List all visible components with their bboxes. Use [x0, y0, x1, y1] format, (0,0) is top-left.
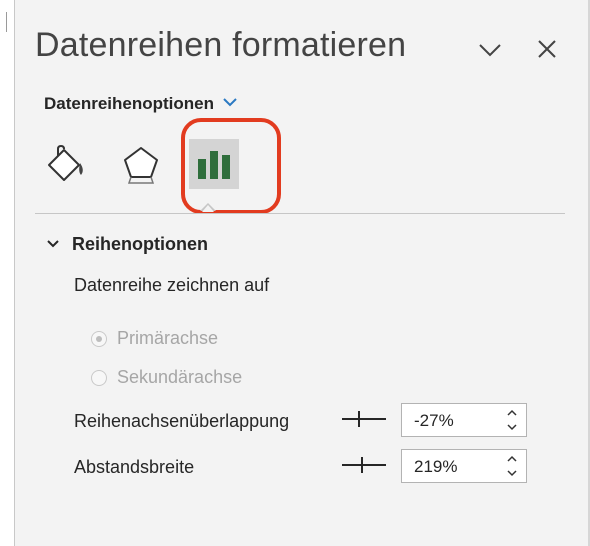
paint-bucket-icon — [42, 139, 92, 189]
radio-button[interactable] — [91, 369, 107, 386]
series-overlap-value[interactable]: -27% — [414, 411, 454, 431]
series-options-label: Datenreihenoptionen — [44, 94, 215, 113]
chevron-down-icon — [222, 95, 238, 113]
spin-down-icon[interactable] — [506, 467, 518, 479]
gap-width-slider[interactable] — [342, 455, 386, 475]
close-icon[interactable] — [534, 36, 560, 62]
tab-pointer-fill — [202, 205, 214, 212]
radio-primary-axis[interactable]: Primärachse — [91, 328, 218, 349]
gap-width-spinner[interactable]: 219% — [401, 449, 527, 483]
spin-up-icon[interactable] — [506, 453, 518, 465]
series-overlap-label: Reihenachsenüberlappung — [74, 411, 290, 431]
series-overlap-slider[interactable] — [342, 409, 386, 429]
radio-secondary-axis[interactable]: Sekundärachse — [91, 367, 242, 388]
highlight-annotation — [181, 118, 281, 214]
radio-label: Sekundärachse — [117, 367, 243, 387]
spin-down-icon[interactable] — [506, 421, 518, 433]
tab-divider — [35, 213, 565, 214]
radio-button[interactable] — [91, 330, 107, 347]
pentagon-icon — [116, 139, 166, 189]
section-header-series-options[interactable]: Reihenoptionen — [46, 234, 208, 255]
spin-up-icon[interactable] — [506, 407, 518, 419]
gap-width-value[interactable]: 219% — [414, 457, 457, 477]
tab-effects[interactable] — [116, 139, 166, 189]
slider-track — [342, 418, 386, 420]
format-series-pane: Datenreihen formatieren Datenreihenoptio… — [15, 0, 590, 546]
series-options-dropdown[interactable]: Datenreihenoptionen — [44, 94, 238, 114]
section-title: Reihenoptionen — [72, 234, 208, 254]
gap-width-label: Abstandsbreite — [74, 457, 195, 477]
slider-thumb[interactable] — [358, 411, 360, 427]
chevron-down-icon[interactable] — [477, 36, 503, 62]
scrollbar-edge — [0, 12, 7, 32]
slider-track — [342, 464, 386, 466]
slider-thumb[interactable] — [361, 457, 363, 473]
pane-title: Datenreihen formatieren — [35, 26, 407, 64]
worksheet-edge — [0, 0, 15, 546]
series-overlap-spinner[interactable]: -27% — [401, 403, 527, 437]
plot-series-on-label: Datenreihe zeichnen auf — [74, 275, 270, 295]
radio-label: Primärachse — [117, 328, 219, 348]
chevron-down-icon — [46, 236, 60, 254]
tab-fill-line[interactable] — [42, 139, 92, 189]
